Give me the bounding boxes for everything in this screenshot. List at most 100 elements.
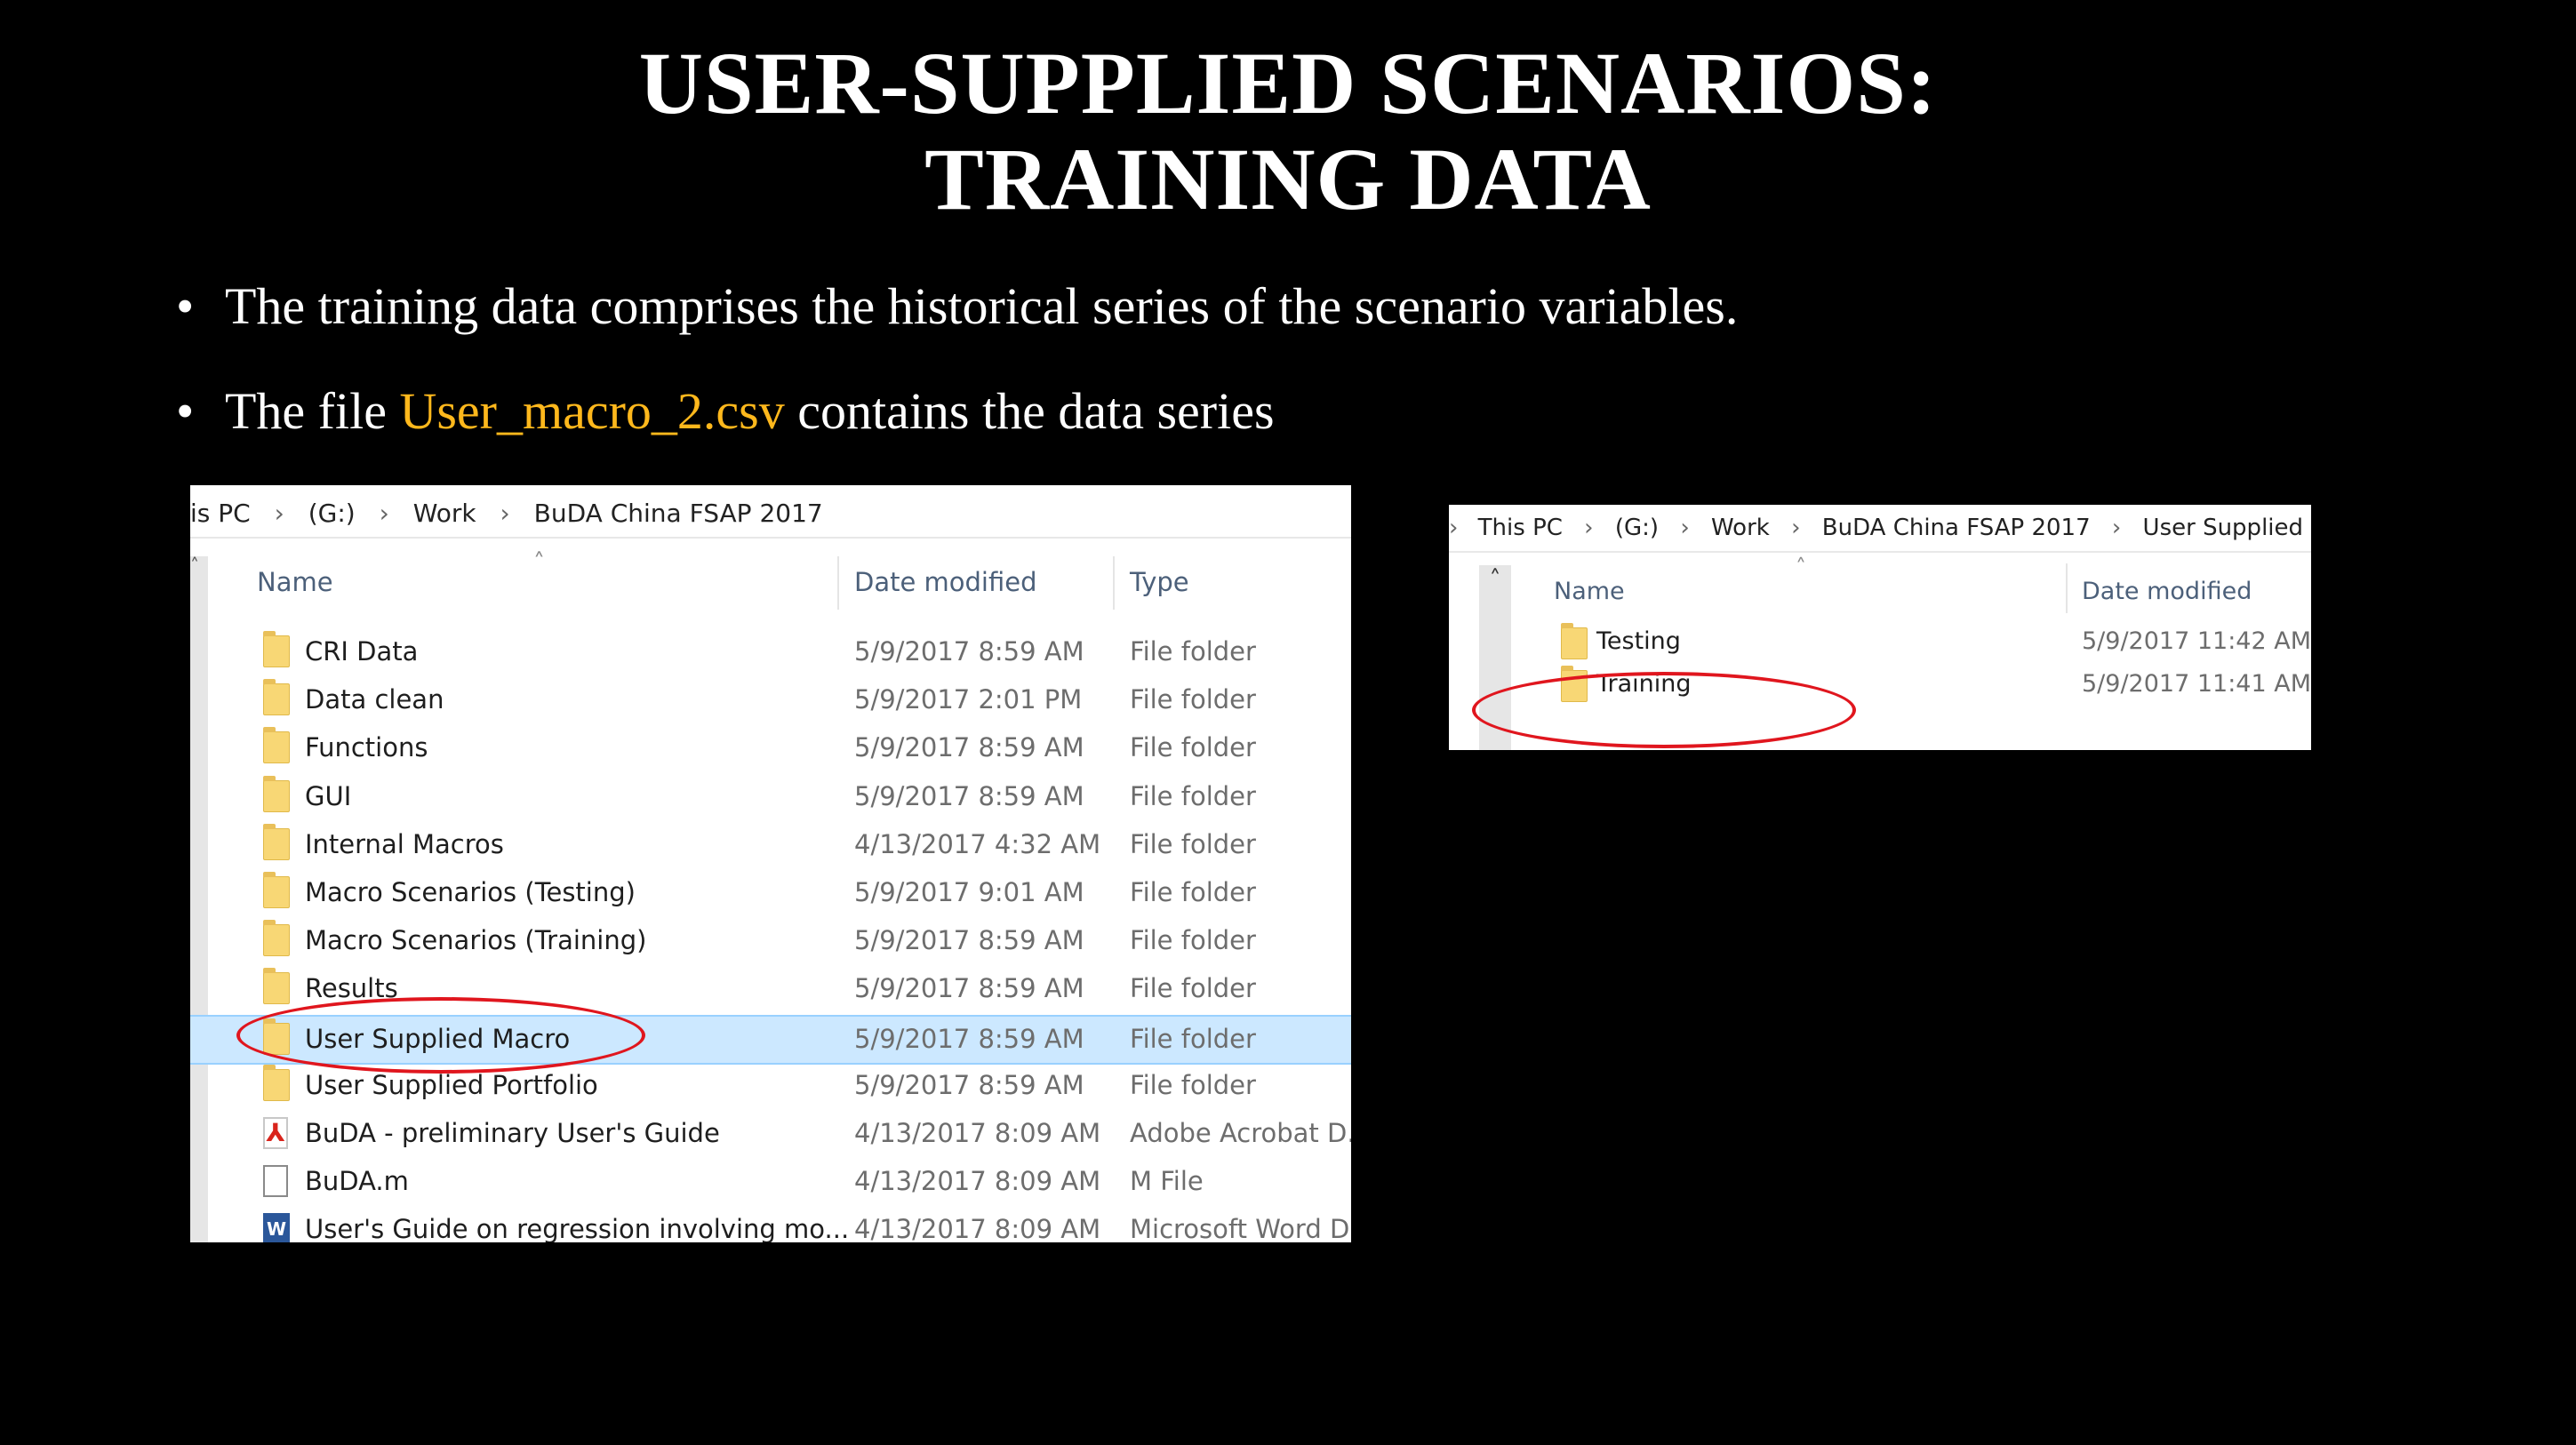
chevron-up-icon[interactable]: ˄ bbox=[190, 556, 208, 574]
file-date: 4/13/2017 8:09 AM bbox=[854, 1214, 1101, 1242]
file-date: 5/9/2017 8:59 AM bbox=[854, 973, 1084, 1003]
file-type: File folder bbox=[1130, 973, 1256, 1003]
file-row[interactable]: Testing 5/9/2017 11:42 AM bbox=[1511, 622, 2311, 661]
breadcrumb-item-buda[interactable]: BuDA China FSAP 2017 bbox=[1822, 512, 2091, 544]
breadcrumb-item-drive[interactable]: (G:) bbox=[308, 496, 356, 531]
file-row[interactable]: Macro Scenarios (Training) 5/9/2017 8:59 … bbox=[190, 918, 1351, 964]
file-type: File folder bbox=[1130, 684, 1256, 715]
file-name: Functions bbox=[305, 732, 428, 762]
file-row[interactable]: Macro Scenarios (Testing) 5/9/2017 9:01 A… bbox=[190, 870, 1351, 916]
folder-icon bbox=[263, 920, 290, 956]
explorer-window-main: is PC › (G:) › Work › BuDA China FSAP 20… bbox=[190, 485, 1351, 1242]
chevron-right-icon: › bbox=[1680, 515, 1690, 541]
file-name: BuDA - preliminary User's Guide bbox=[305, 1118, 720, 1148]
chevron-right-icon: › bbox=[1584, 515, 1594, 541]
file-date: 4/13/2017 4:32 AM bbox=[854, 829, 1101, 859]
column-header-name[interactable]: Name bbox=[1554, 578, 1625, 605]
folder-icon bbox=[263, 727, 290, 763]
file-name: GUI bbox=[305, 781, 352, 811]
file-row[interactable]: W User's Guide on regression involving mo… bbox=[190, 1207, 1351, 1242]
chevron-right-icon: › bbox=[274, 499, 284, 528]
chevron-right-icon: › bbox=[1449, 515, 1459, 541]
file-date: 5/9/2017 8:59 AM bbox=[854, 1024, 1084, 1054]
file-name: Data clean bbox=[305, 684, 444, 715]
file-row[interactable]: Functions 5/9/2017 8:59 AM File folder bbox=[190, 725, 1351, 771]
file-date: 5/9/2017 8:59 AM bbox=[854, 732, 1084, 762]
file-type: File folder bbox=[1130, 1070, 1256, 1100]
sort-chevron-up-icon: ˄ bbox=[533, 549, 545, 576]
file-row[interactable]: CRI Data 5/9/2017 8:59 AM File folder bbox=[190, 629, 1351, 675]
bullet-dot: • bbox=[176, 277, 195, 335]
file-date: 4/13/2017 8:09 AM bbox=[854, 1118, 1101, 1148]
breadcrumb-item-this-pc[interactable]: is PC bbox=[190, 496, 251, 531]
bullet-2-prefix: The file bbox=[225, 382, 400, 440]
breadcrumb-item-buda[interactable]: BuDA China FSAP 2017 bbox=[534, 496, 823, 531]
chevron-right-icon: › bbox=[1791, 515, 1801, 541]
chevron-up-icon[interactable]: ˄ bbox=[1483, 567, 1508, 592]
pdf-icon: ⅄ bbox=[263, 1117, 288, 1149]
bullet-1-text: The training data comprises the historic… bbox=[225, 277, 1739, 335]
breadcrumb-item-user-supplied-macro[interactable]: User Supplied Macro bbox=[2143, 512, 2311, 544]
folder-icon bbox=[263, 1065, 290, 1101]
annotation-ellipse-user-supplied-macro bbox=[236, 997, 645, 1074]
bullet-dot: • bbox=[176, 382, 195, 440]
file-name: BuDA.m bbox=[305, 1166, 409, 1196]
file-row[interactable]: Internal Macros 4/13/2017 4:32 AM File fol… bbox=[190, 822, 1351, 868]
folder-icon bbox=[1561, 623, 1588, 659]
breadcrumb-item-this-pc[interactable]: This PC bbox=[1478, 512, 1563, 544]
file-row[interactable]: GUI 5/9/2017 8:59 AM File folder bbox=[190, 774, 1351, 820]
file-type: File folder bbox=[1130, 1024, 1256, 1054]
file-type: File folder bbox=[1130, 781, 1256, 811]
file-name: User's Guide on regression involving mo.… bbox=[305, 1214, 850, 1242]
file-name: Macro Scenarios (Training) bbox=[305, 925, 647, 955]
bullet-2: • The file User_macro_2.csv contains the … bbox=[176, 380, 1275, 443]
chevron-right-icon: › bbox=[2111, 515, 2122, 541]
column-divider bbox=[1113, 556, 1115, 610]
file-date: 5/9/2017 9:01 AM bbox=[854, 877, 1084, 907]
column-header-date[interactable]: Date modified bbox=[854, 567, 1037, 597]
file-type: File folder bbox=[1130, 829, 1256, 859]
file-row[interactable]: Data clean 5/9/2017 2:01 PM File folder bbox=[190, 677, 1351, 723]
column-divider bbox=[2066, 563, 2068, 613]
column-header-type[interactable]: Type bbox=[1130, 567, 1189, 597]
breadcrumb-item-work[interactable]: Work bbox=[1711, 512, 1770, 544]
breadcrumb-item-drive[interactable]: (G:) bbox=[1615, 512, 1659, 544]
column-divider bbox=[837, 556, 839, 610]
chevron-right-icon: › bbox=[379, 499, 389, 528]
breadcrumb-divider bbox=[190, 537, 1351, 539]
folder-icon bbox=[263, 824, 290, 860]
slide-title-line2: TRAINING DATA bbox=[924, 130, 1652, 228]
chevron-right-icon: › bbox=[500, 499, 510, 528]
file-icon bbox=[263, 1165, 288, 1197]
file-type: Microsoft Word D... bbox=[1130, 1214, 1351, 1242]
bullet-2-suffix: contains the data series bbox=[784, 382, 1275, 440]
folder-icon bbox=[263, 776, 290, 812]
slide-title-line1: USER-SUPPLIED SCENARIOS: bbox=[638, 34, 1938, 132]
file-date: 5/9/2017 8:59 AM bbox=[854, 925, 1084, 955]
file-date: 5/9/2017 8:59 AM bbox=[854, 1070, 1084, 1100]
file-row[interactable]: BuDA.m 4/13/2017 8:09 AM M File bbox=[190, 1159, 1351, 1205]
file-date: 4/13/2017 8:09 AM bbox=[854, 1166, 1101, 1196]
file-row[interactable]: ⅄ BuDA - preliminary User's Guide 4/13/201… bbox=[190, 1111, 1351, 1157]
file-type: File folder bbox=[1130, 636, 1256, 667]
file-type: Adobe Acrobat D... bbox=[1130, 1118, 1351, 1148]
file-date: 5/9/2017 2:01 PM bbox=[854, 684, 1083, 715]
annotation-ellipse-training bbox=[1472, 672, 1856, 748]
word-icon: W bbox=[263, 1213, 290, 1242]
file-type: File folder bbox=[1130, 925, 1256, 955]
file-date: 5/9/2017 8:59 AM bbox=[854, 781, 1084, 811]
file-name: Testing bbox=[1596, 627, 1681, 655]
breadcrumb: › This PC › (G:) › Work › BuDA China FSA… bbox=[1449, 512, 2311, 544]
folder-icon bbox=[263, 872, 290, 908]
file-type: File folder bbox=[1130, 732, 1256, 762]
breadcrumb-item-work[interactable]: Work bbox=[413, 496, 476, 531]
column-header-date[interactable]: Date modified bbox=[2082, 578, 2252, 605]
breadcrumb: is PC › (G:) › Work › BuDA China FSAP 20… bbox=[190, 496, 1351, 531]
file-name: User Supplied Portfolio bbox=[305, 1070, 598, 1100]
column-header-name[interactable]: Name bbox=[257, 567, 333, 597]
file-date: 5/9/2017 11:42 AM bbox=[2082, 627, 2311, 655]
folder-icon bbox=[263, 679, 290, 715]
slide-title: USER-SUPPLIED SCENARIOS: TRAINING DATA bbox=[0, 36, 2576, 228]
file-type: M File bbox=[1130, 1166, 1204, 1196]
file-type: File folder bbox=[1130, 877, 1256, 907]
